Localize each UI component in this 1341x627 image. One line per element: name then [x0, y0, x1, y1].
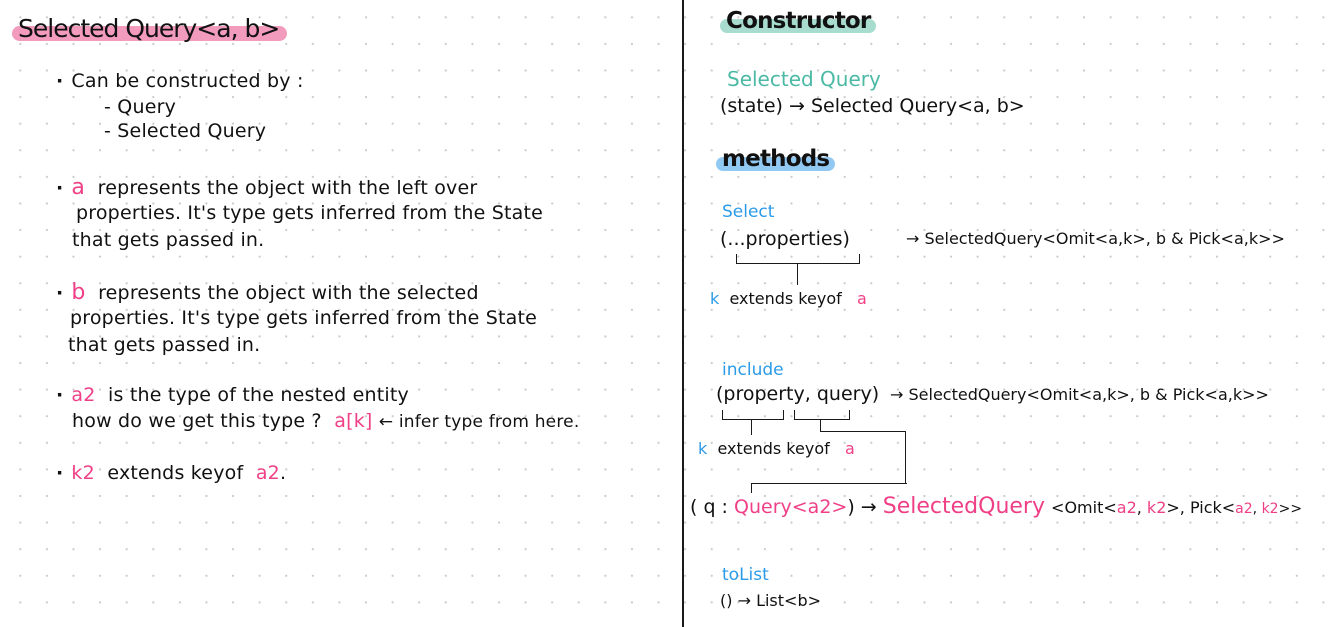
method-include-name: include — [722, 360, 784, 380]
select-note: k extends keyof a — [710, 289, 867, 308]
note-a2-line2: how do we get this type ? a[k] ← infer t… — [72, 410, 580, 432]
method-tolist-name: toList — [722, 565, 769, 585]
constructor-name: Selected Query — [727, 67, 881, 91]
constructed-by-item-query: - Query — [104, 96, 177, 118]
method-select-returns: → SelectedQuery<Omit<a,k>, b & Pick<a,k>… — [906, 229, 1285, 248]
include-query-connector-right — [905, 431, 906, 483]
include-query-connector-bottom — [751, 483, 907, 484]
page-title: Selected Query<a, b> — [12, 12, 288, 45]
var-a2: a2 — [255, 462, 280, 484]
include-query-bracket — [794, 410, 850, 420]
select-bracket-stem — [797, 263, 798, 285]
code-a-k: a[k] — [334, 410, 373, 432]
include-property-bracket — [722, 410, 784, 420]
method-include-params: (property, query) — [716, 383, 880, 405]
column-divider — [682, 0, 684, 627]
select-params-bracket — [736, 254, 860, 264]
note-a-line1: a represents the object with the left ov… — [56, 175, 477, 200]
constructor-heading: Constructor — [720, 8, 877, 34]
note-a-line2: properties. It's type gets inferred from… — [76, 202, 544, 224]
methods-heading: methods — [716, 146, 836, 172]
constructed-by-item-selected-query: - Selected Query — [104, 120, 267, 142]
method-select-name: Select — [722, 202, 775, 222]
note-b-line3: that gets passed in. — [68, 334, 261, 356]
method-select-params: (...properties) — [720, 228, 850, 250]
var-a2: a2 — [71, 384, 96, 406]
selected-query-return: SelectedQuery — [882, 494, 1045, 519]
include-property-stem — [751, 419, 752, 435]
include-note: k extends keyof a — [698, 439, 855, 458]
method-tolist-signature: () → List<b> — [720, 591, 821, 610]
note-a-line3: that gets passed in. — [72, 229, 265, 251]
constructed-by-label: Can be constructed by : — [56, 70, 304, 92]
include-query-connector-top — [820, 431, 906, 432]
include-query-connector-down — [751, 483, 752, 493]
note-k2: k2 extends keyof a2. — [56, 462, 286, 484]
note-b-line2: properties. It's type gets inferred from… — [70, 307, 538, 329]
include-query-stem — [820, 419, 821, 431]
note-a2-line1: a2 is the type of the nested entity — [56, 384, 409, 406]
constructor-signature: (state) → Selected Query<a, b> — [720, 95, 1025, 117]
method-include-returns: → SelectedQuery<Omit<a,k>, b & Pick<a,k>… — [890, 385, 1269, 404]
var-k2: k2 — [71, 462, 95, 484]
var-a: a — [71, 175, 86, 200]
query-a2-type: Query<a2> — [734, 496, 848, 518]
note-b-line1: b represents the object with the selecte… — [56, 280, 479, 305]
include-query-signature: ( q : Query<a2>) → SelectedQuery <Omit<a… — [690, 494, 1303, 519]
var-b: b — [71, 280, 86, 305]
